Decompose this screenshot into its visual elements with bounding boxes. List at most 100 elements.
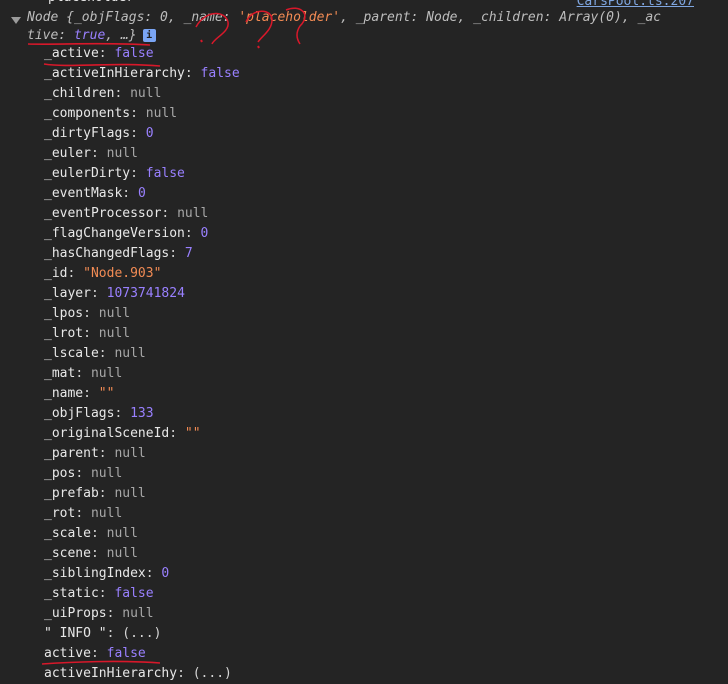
property-colon: : bbox=[98, 586, 115, 601]
property-colon: : bbox=[83, 326, 99, 341]
property-colon: : bbox=[184, 226, 201, 241]
property-value[interactable]: (...) bbox=[122, 626, 161, 641]
property-row[interactable]: _active: false bbox=[44, 44, 154, 64]
property-value: null bbox=[90, 366, 123, 381]
property-key: _active bbox=[44, 46, 99, 61]
property-value: 0 bbox=[200, 226, 209, 241]
property-row[interactable]: _lscale: null bbox=[44, 344, 146, 364]
info-icon[interactable]: i bbox=[142, 29, 156, 42]
property-key: _activeInHierarchy bbox=[44, 66, 185, 81]
property-value: null bbox=[114, 446, 146, 461]
property-value: false bbox=[200, 66, 240, 81]
property-value: null bbox=[114, 486, 146, 501]
log-label: placeholder bbox=[48, 0, 134, 8]
property-row[interactable]: _lpos: null bbox=[44, 304, 130, 324]
property-value: false bbox=[106, 646, 146, 661]
property-colon: : bbox=[83, 386, 99, 401]
property-row[interactable]: _eventProcessor: null bbox=[44, 204, 208, 224]
property-row[interactable]: _prefab: null bbox=[44, 484, 146, 504]
property-key: _layer bbox=[44, 286, 91, 301]
property-colon: : bbox=[130, 126, 146, 141]
object-summary-line2[interactable]: tive: true, …} i bbox=[27, 26, 156, 46]
property-key: _id bbox=[44, 266, 68, 281]
property-value: 133 bbox=[130, 406, 154, 421]
property-colon: : bbox=[114, 86, 131, 101]
property-key: _eventMask bbox=[44, 186, 123, 201]
property-row[interactable]: _name: "" bbox=[44, 384, 114, 404]
property-value: false bbox=[114, 46, 154, 61]
property-value: "" bbox=[184, 426, 201, 441]
property-row[interactable]: _mat: null bbox=[44, 364, 122, 384]
property-key: active bbox=[44, 646, 91, 661]
property-key: _hasChangedFlags bbox=[44, 246, 170, 261]
property-row[interactable]: _originalSceneId: "" bbox=[44, 424, 201, 444]
property-colon: : bbox=[83, 306, 99, 321]
property-key: _children bbox=[44, 86, 115, 101]
object-summary-line1[interactable]: Node {_objFlags: 0, _name: 'placeholder'… bbox=[27, 8, 717, 28]
property-row[interactable]: _objFlags: 133 bbox=[44, 404, 154, 424]
property-row[interactable]: _flagChangeVersion: 0 bbox=[44, 224, 208, 244]
property-colon: : bbox=[90, 526, 107, 541]
property-row[interactable]: active: false bbox=[44, 644, 146, 664]
property-value: null bbox=[106, 146, 138, 161]
property-key: _lrot bbox=[44, 326, 84, 341]
property-colon: : bbox=[98, 486, 115, 501]
property-row[interactable]: " INFO ": (...) bbox=[44, 624, 161, 644]
property-value[interactable]: (...) bbox=[193, 666, 232, 681]
property-row[interactable]: activeInHierarchy: (...) bbox=[44, 664, 232, 684]
property-row[interactable]: _id: "Node.903" bbox=[44, 264, 161, 284]
property-key: _parent bbox=[44, 446, 99, 461]
property-value: false bbox=[145, 166, 185, 181]
property-row[interactable]: _parent: null bbox=[44, 444, 146, 464]
property-colon: : bbox=[90, 546, 107, 561]
property-row[interactable]: _eventMask: 0 bbox=[44, 184, 146, 204]
property-key: activeInHierarchy bbox=[44, 666, 178, 681]
property-key: _lscale bbox=[44, 346, 99, 361]
property-row[interactable]: _scale: null bbox=[44, 524, 138, 544]
summary-line2-prefix: tive: bbox=[27, 28, 74, 43]
property-value: 0 bbox=[145, 126, 154, 141]
property-row[interactable]: _dirtyFlags: 0 bbox=[44, 124, 154, 144]
property-colon: : bbox=[106, 626, 123, 641]
property-key: _flagChangeVersion bbox=[44, 226, 185, 241]
property-value: null bbox=[177, 206, 209, 221]
property-row[interactable]: _rot: null bbox=[44, 504, 122, 524]
property-row[interactable]: _components: null bbox=[44, 104, 177, 124]
property-key: _lpos bbox=[44, 306, 84, 321]
summary-mid: , _parent: Node, _children: Array(0), _a… bbox=[340, 10, 661, 25]
property-row[interactable]: _eulerDirty: false bbox=[44, 164, 185, 184]
property-row[interactable]: _children: null bbox=[44, 84, 161, 104]
property-row[interactable]: _lrot: null bbox=[44, 324, 130, 344]
property-value: null bbox=[145, 106, 178, 121]
property-row[interactable]: _uiProps: null bbox=[44, 604, 154, 624]
property-value: null bbox=[130, 86, 162, 101]
property-colon: : bbox=[75, 466, 91, 481]
summary-name-value: 'placeholder' bbox=[238, 10, 341, 25]
property-row[interactable]: _hasChangedFlags: 7 bbox=[44, 244, 193, 264]
property-row[interactable]: _pos: null bbox=[44, 464, 122, 484]
property-row[interactable]: _siblingIndex: 0 bbox=[44, 564, 169, 584]
property-key: _eventProcessor bbox=[44, 206, 162, 221]
property-value: null bbox=[106, 526, 138, 541]
property-row[interactable]: _euler: null bbox=[44, 144, 138, 164]
property-key: _static bbox=[44, 586, 99, 601]
property-row[interactable]: _activeInHierarchy: false bbox=[44, 64, 240, 84]
property-row[interactable]: _scene: null bbox=[44, 544, 138, 564]
property-colon: : bbox=[98, 446, 115, 461]
property-colon: : bbox=[114, 406, 131, 421]
property-colon: : bbox=[106, 606, 123, 621]
expand-triangle-icon[interactable] bbox=[11, 17, 21, 24]
property-colon: : bbox=[169, 246, 185, 261]
property-colon: : bbox=[98, 346, 115, 361]
property-row[interactable]: _static: false bbox=[44, 584, 154, 604]
property-colon: : bbox=[98, 46, 115, 61]
property-value: 1073741824 bbox=[106, 286, 185, 301]
summary-line2-value: true bbox=[73, 28, 106, 43]
property-key: _dirtyFlags bbox=[44, 126, 131, 141]
property-row[interactable]: _layer: 1073741824 bbox=[44, 284, 185, 304]
property-key: " INFO " bbox=[44, 626, 107, 641]
summary-prefix: Node {_objFlags: 0, _name: bbox=[27, 10, 239, 25]
property-value: null bbox=[106, 546, 138, 561]
property-value: 7 bbox=[184, 246, 193, 261]
property-key: _prefab bbox=[44, 486, 99, 501]
